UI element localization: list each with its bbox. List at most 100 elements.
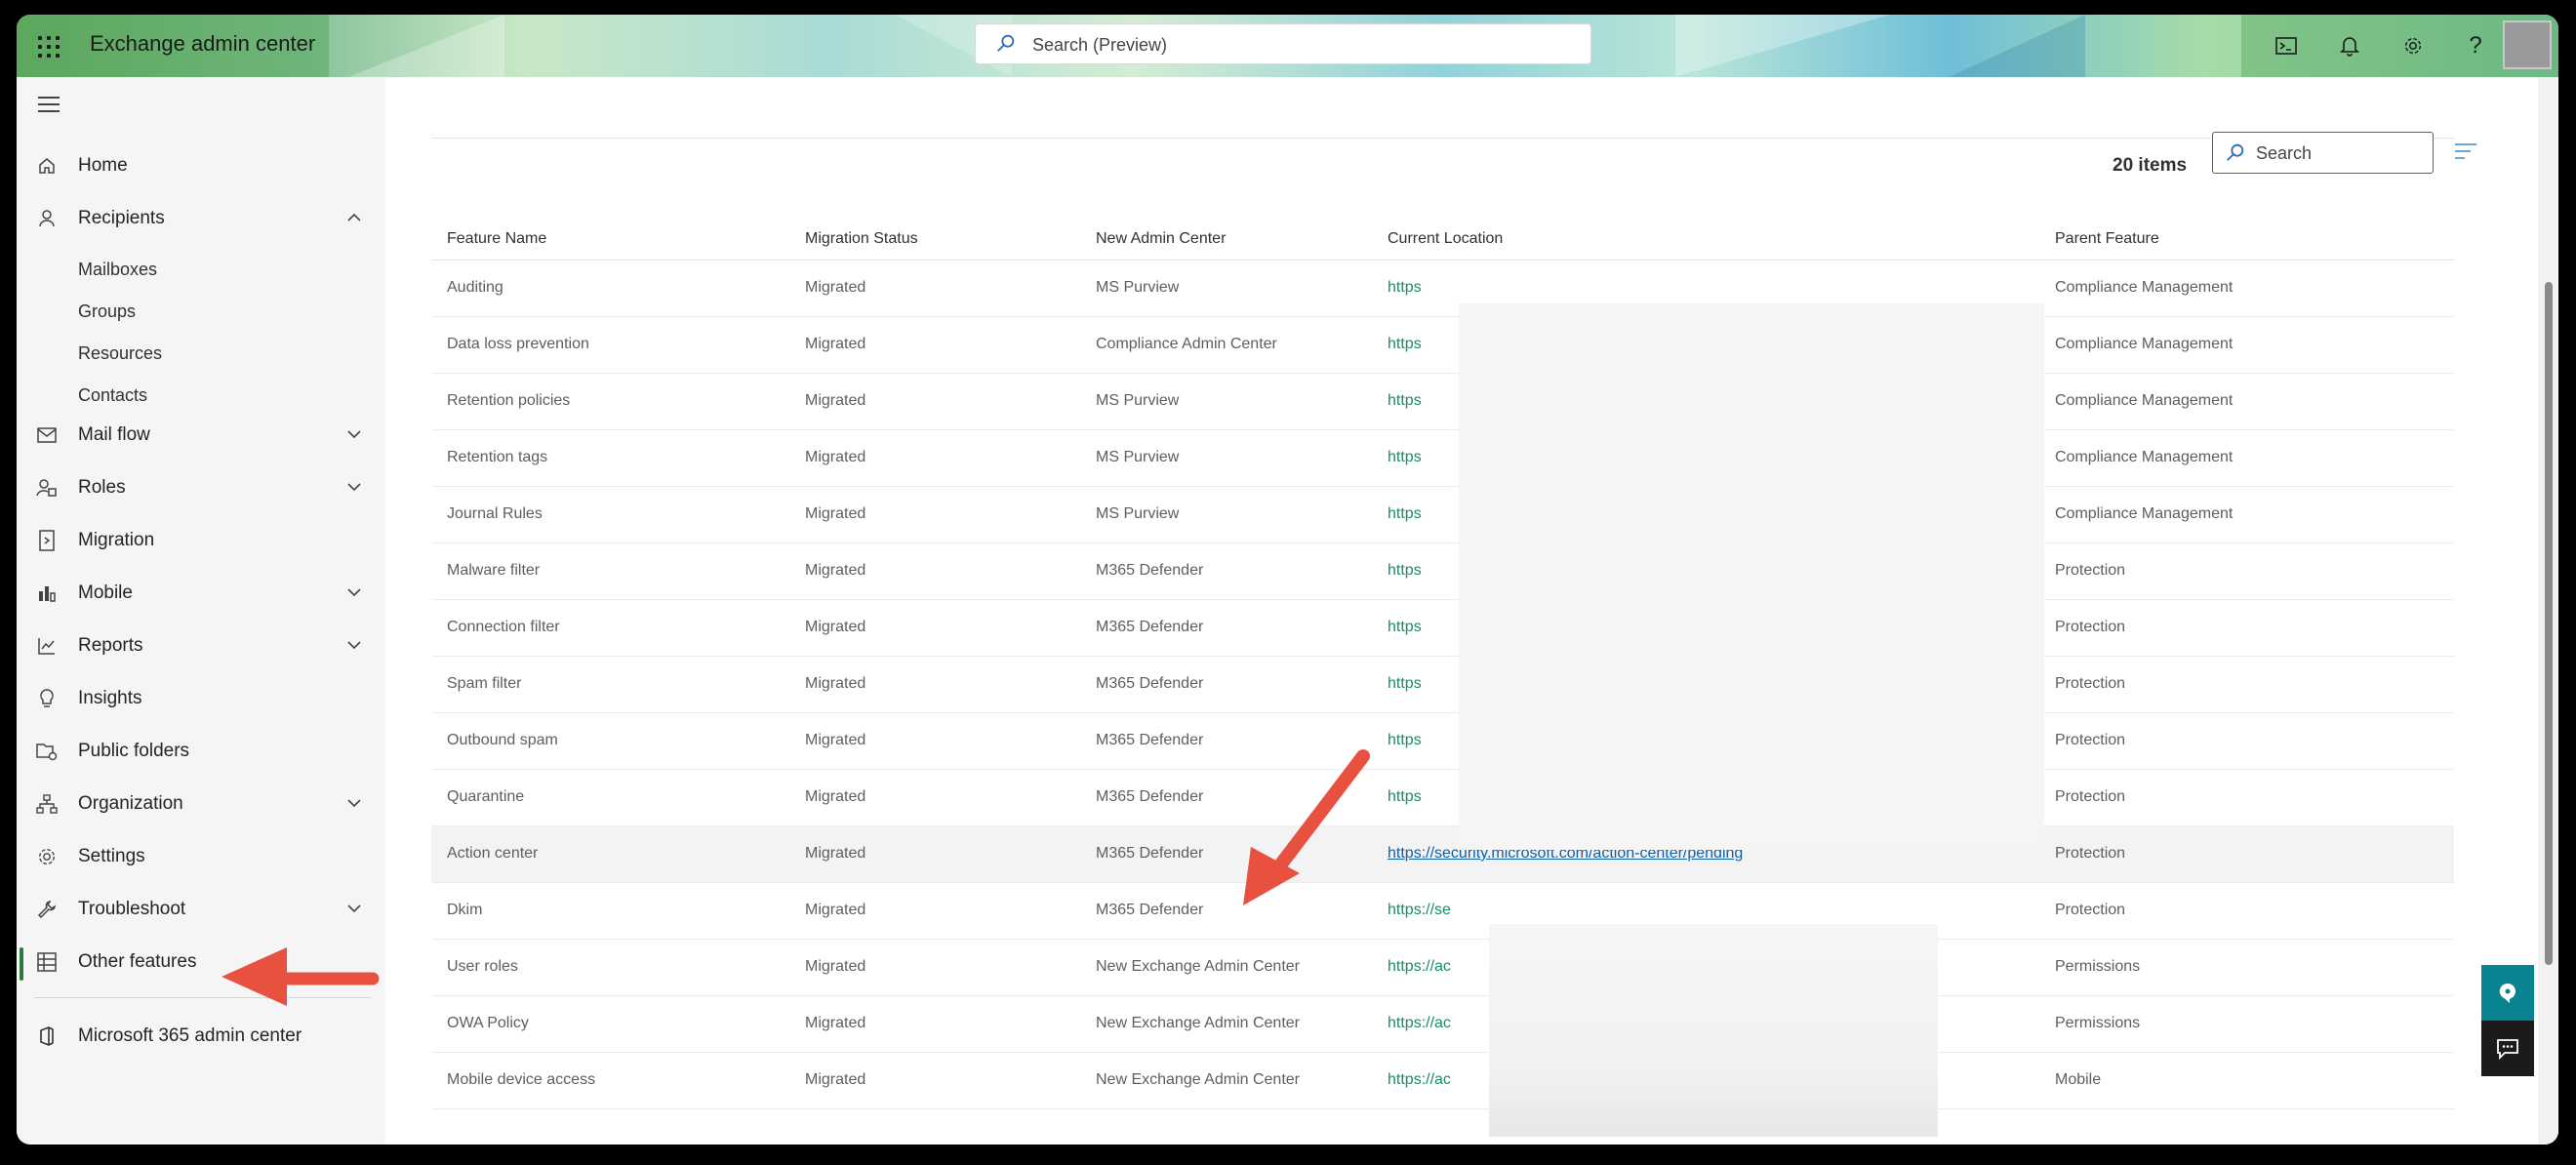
table-row[interactable]: Mobile device access Migrated New Exchange…: [431, 1053, 2454, 1109]
table-row[interactable]: Connection filter Migrated M365 Defender ht…: [431, 600, 2454, 657]
sidebar-item-insights[interactable]: Insights: [17, 675, 385, 720]
app-launcher-icon[interactable]: [38, 36, 60, 58]
sidebar-subitem-groups[interactable]: Groups: [78, 301, 136, 322]
current-location-cell[interactable]: https://se: [1388, 902, 1451, 919]
column-header-current-location[interactable]: Current Location: [1388, 230, 1503, 248]
sidebar-item-public-folders[interactable]: Public folders: [17, 728, 385, 773]
sidebar-item-organization[interactable]: Organization: [17, 781, 385, 825]
global-search-input[interactable]: Search (Preview): [975, 23, 1591, 64]
filter-icon[interactable]: [2455, 143, 2476, 164]
help-chat-button[interactable]: [2481, 965, 2534, 1021]
table-search-input[interactable]: Search: [2212, 132, 2434, 174]
chevron-down-icon[interactable]: [345, 478, 363, 496]
table-row[interactable]: Malware filter Migrated M365 Defender https…: [431, 543, 2454, 600]
migration-status-cell: Migrated: [805, 788, 866, 805]
current-location-cell[interactable]: https: [1388, 562, 1422, 580]
chevron-down-icon[interactable]: [345, 794, 363, 812]
sidebar-item-home[interactable]: Home: [17, 142, 385, 187]
current-location-cell[interactable]: https: [1388, 788, 1422, 806]
parent-feature-cell: Protection: [2055, 562, 2126, 579]
column-header-parent-feature[interactable]: Parent Feature: [2055, 230, 2159, 248]
sidebar-item-m365-admin-center[interactable]: Microsoft 365 admin center: [17, 1013, 385, 1058]
parent-feature-cell: Protection: [2055, 845, 2126, 862]
current-location-cell[interactable]: https: [1388, 505, 1422, 523]
feature-name-cell: Spam filter: [447, 675, 522, 692]
new-admin-center-cell: New Exchange Admin Center: [1096, 958, 1300, 975]
top-bar: Exchange admin center Search (Preview) ?: [17, 15, 2558, 77]
new-admin-center-cell: M365 Defender: [1096, 675, 1204, 692]
table-row[interactable]: User roles Migrated New Exchange Admin Cen…: [431, 940, 2454, 996]
column-header-migration-status[interactable]: Migration Status: [805, 230, 918, 248]
parent-feature-cell: Compliance Management: [2055, 336, 2234, 352]
table-row[interactable]: Spam filter Migrated M365 Defender https Pro…: [431, 657, 2454, 713]
scrollbar-thumb[interactable]: [2545, 282, 2553, 965]
parent-feature-cell: Protection: [2055, 902, 2126, 918]
sidebar-subitem-resources[interactable]: Resources: [78, 343, 162, 364]
avatar[interactable]: [2503, 20, 2552, 69]
sidebar-item-roles[interactable]: Roles: [17, 464, 385, 509]
current-location-cell[interactable]: https: [1388, 675, 1422, 693]
sidebar-item-settings[interactable]: Settings: [17, 833, 385, 878]
current-location-cell[interactable]: https: [1388, 732, 1422, 749]
column-header-new-admin-center[interactable]: New Admin Center: [1096, 230, 1226, 248]
redacted-area: [1489, 924, 1938, 1137]
chevron-up-icon[interactable]: [345, 209, 363, 226]
table-row[interactable]: Action center Migrated M365 Defender https:…: [431, 826, 2454, 883]
table-row[interactable]: Outbound spam Migrated M365 Defender https P…: [431, 713, 2454, 770]
feedback-button[interactable]: [2481, 1021, 2534, 1076]
table-row[interactable]: Retention tags Migrated MS Purview https Com…: [431, 430, 2454, 487]
sidebar-item-mail-flow[interactable]: Mail flow: [17, 412, 385, 457]
hamburger-menu-icon[interactable]: [38, 97, 60, 117]
chevron-down-icon[interactable]: [345, 583, 363, 601]
sidebar-item-troubleshoot[interactable]: Troubleshoot: [17, 886, 385, 931]
sidebar-item-mobile[interactable]: Mobile: [17, 570, 385, 615]
table-row[interactable]: Dkim Migrated M365 Defender https://se Prote…: [431, 883, 2454, 940]
chevron-down-icon[interactable]: [345, 425, 363, 443]
current-location-cell[interactable]: https://ac: [1388, 1015, 1451, 1032]
lightbulb-icon: [34, 686, 60, 711]
parent-feature-cell: Mobile: [2055, 1071, 2102, 1088]
sidebar-item-reports[interactable]: Reports: [17, 623, 385, 667]
bell-icon[interactable]: [2336, 32, 2363, 60]
new-admin-center-cell: Compliance Admin Center: [1096, 336, 1277, 352]
current-location-cell[interactable]: https: [1388, 449, 1422, 466]
sidebar-divider: [34, 997, 371, 998]
sidebar-item-label: Home: [78, 155, 128, 176]
current-location-cell[interactable]: https: [1388, 279, 1422, 297]
current-location-cell[interactable]: https://ac: [1388, 1071, 1451, 1089]
migration-status-cell: Migrated: [805, 845, 866, 862]
sidebar-subitem-contacts[interactable]: Contacts: [78, 385, 147, 406]
column-header-feature-name[interactable]: Feature Name: [447, 230, 546, 248]
table-row[interactable]: Quarantine Migrated M365 Defender https Prot…: [431, 770, 2454, 826]
table-row[interactable]: Retention policies Migrated MS Purview http…: [431, 374, 2454, 430]
sidebar-item-other-features[interactable]: Other features: [17, 939, 385, 984]
migration-status-cell: Migrated: [805, 1071, 866, 1088]
table-row[interactable]: OWA Policy Migrated New Exchange Admin Cen…: [431, 996, 2454, 1053]
chevron-down-icon[interactable]: [345, 636, 363, 654]
table-row[interactable]: Auditing Migrated MS Purview https Complianc…: [431, 261, 2454, 317]
current-location-cell[interactable]: https: [1388, 336, 1422, 353]
current-location-cell[interactable]: https: [1388, 619, 1422, 636]
current-location-cell[interactable]: https: [1388, 392, 1422, 410]
terminal-icon[interactable]: [2273, 32, 2300, 60]
feature-name-cell: User roles: [447, 958, 518, 975]
new-admin-center-cell: MS Purview: [1096, 449, 1180, 465]
sidebar-item-recipients[interactable]: Recipients: [17, 195, 385, 240]
sidebar-item-migration[interactable]: Migration: [17, 517, 385, 562]
help-icon[interactable]: ?: [2462, 32, 2489, 60]
table-row[interactable]: Data loss prevention Migrated Compliance A…: [431, 317, 2454, 374]
feature-name-cell: Quarantine: [447, 788, 525, 805]
person-icon: [34, 206, 60, 231]
gear-icon[interactable]: [2399, 32, 2427, 60]
current-location-cell[interactable]: https://ac: [1388, 958, 1451, 976]
org-icon: [34, 791, 60, 817]
redacted-area: [1459, 303, 2044, 850]
chevron-down-icon[interactable]: [345, 900, 363, 917]
new-admin-center-cell: M365 Defender: [1096, 788, 1204, 805]
reports-icon: [34, 633, 60, 659]
sidebar-item-label: Public folders: [78, 741, 190, 761]
parent-feature-cell: Compliance Management: [2055, 392, 2234, 409]
table-row[interactable]: Journal Rules Migrated MS Purview https Comp…: [431, 487, 2454, 543]
item-count: 20 items: [2113, 155, 2188, 176]
sidebar-subitem-mailboxes[interactable]: Mailboxes: [78, 260, 157, 280]
